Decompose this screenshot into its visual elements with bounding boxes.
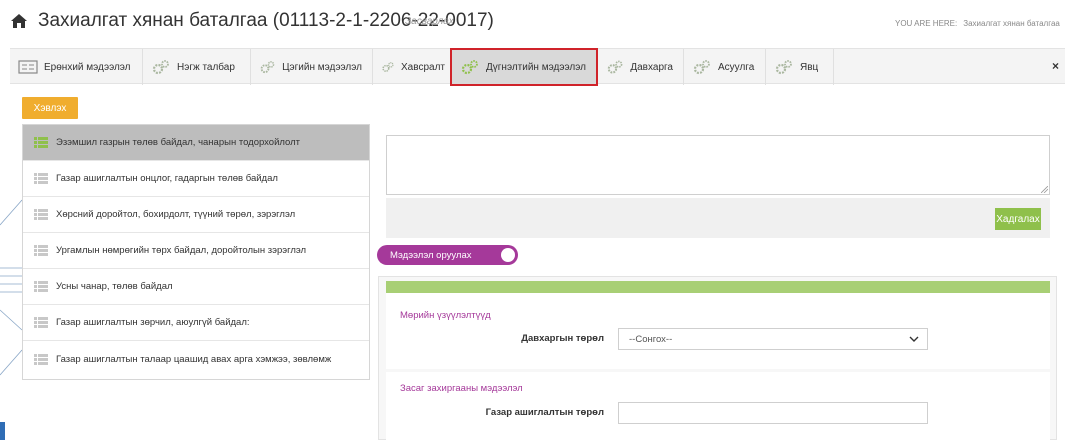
list-item[interactable]: Усны чанар, төлөв байдал [23,269,369,305]
tab-attachments[interactable]: Хавсралт [373,49,456,85]
gears-icon [775,60,792,75]
list-item[interactable]: Газар ашиглалтын онцлог, гадаргын төлөв … [23,161,369,197]
list-item[interactable]: Газар ашиглалтын зөрчил, аюулгүй байдал: [23,305,369,341]
tab-bar: Ерөнхий мэдээлэл Нэгж талбар Цэгийн мэдэ… [10,48,1065,86]
tab-label: Давхарга [630,61,673,73]
list-icon [34,281,48,292]
layer-type-label: Давхаргын төрөл [521,333,604,344]
tab-label: Нэгж талбар [177,61,235,73]
tab-conclusion-info[interactable]: Дүгнэлтийн мэдээлэл [450,48,598,86]
tab-label: Ерөнхий мэдээлэл [44,61,131,73]
toggle-label: Мэдээлэл оруулах [390,249,472,261]
list-icon [34,245,48,256]
gears-icon [152,60,169,75]
gears-icon [607,60,623,74]
list-item[interactable]: Газар ашиглалтын талаар цаашид авах арга… [23,341,369,377]
list-item[interactable]: Хөрсний доройтол, бохирдолт, түүний төрө… [23,197,369,233]
list-icon [34,209,48,220]
select-value: --Сонгох-- [629,333,673,345]
gears-icon [693,60,710,75]
conclusion-textarea[interactable] [386,135,1050,195]
page: Захиалгат хянан баталгаа (01113-2-1-2206… [0,0,1067,440]
save-button[interactable]: Хадгалах [995,208,1041,230]
close-icon[interactable]: × [1052,59,1059,73]
resize-grip-icon[interactable] [1041,186,1048,193]
tab-label: Асуулга [718,61,755,73]
list-icon [34,353,48,365]
page-header: Захиалгат хянан баталгаа (01113-2-1-2206… [0,0,1067,44]
list-item-label: Газар ашиглалтын талаар цаашид авах арга… [56,353,332,365]
list-item-label: Хөрсний доройтол, бохирдолт, түүний төрө… [56,209,296,220]
section-title-row-indicators: Мөрийн үзүүлэлтүүд [400,310,491,321]
tab-label: Хавсралт [401,61,445,73]
list-item-label: Газар ашиглалтын зөрчил, аюулгүй байдал: [56,317,250,328]
enter-info-toggle[interactable]: Мэдээлэл оруулах [377,245,518,265]
list-item-label: Эзэмшил газрын төлөв байдал, чанарын тод… [56,137,301,148]
list-icon [34,137,48,148]
info-panel-header [386,281,1050,293]
breadcrumb-current[interactable]: Захиалгат хянан баталгаа [963,19,1060,28]
list-item-label: Газар ашиглалтын онцлог, гадаргын төлөв … [56,173,278,184]
tab-land-parcel[interactable]: Нэгж талбар [143,49,251,85]
land-use-type-input[interactable] [618,402,928,424]
save-strip: Хадгалах [386,198,1050,238]
gears-icon [461,60,478,75]
toggle-knob [501,248,515,262]
gears-icon [382,62,394,72]
breadcrumb: YOU ARE HERE: Захиалгат хянан баталгаа [895,19,1067,28]
conclusion-sections-list: Эзэмшил газрын төлөв байдал, чанарын тод… [22,124,370,380]
layer-type-select[interactable]: --Сонгох-- [618,328,928,350]
tab-query[interactable]: Асуулга [684,49,766,85]
list-item[interactable]: Эзэмшил газрын төлөв байдал, чанарын тод… [23,125,369,161]
list-icon [34,173,48,184]
print-button[interactable]: Хэвлэх [22,97,78,119]
chevron-down-icon [909,336,919,342]
tab-label: Дүгнэлтийн мэдээлэл [486,61,586,73]
list-icon [34,317,48,328]
home-icon[interactable] [10,13,28,29]
tab-point-info[interactable]: Цэгийн мэдээлэл [251,49,373,85]
tab-label: Цэгийн мэдээлэл [282,61,362,73]
list-item-label: Усны чанар, төлөв байдал [56,281,173,292]
tab-general-info[interactable]: Ерөнхий мэдээлэл [10,49,143,85]
list-item[interactable]: Ургамлын нөмрөгийн төрх байдал, доройтол… [23,233,369,269]
list-item-label: Ургамлын нөмрөгийн төрх байдал, доройтол… [56,245,307,256]
land-use-type-label: Газар ашиглалтын төрөл [485,407,604,418]
breadcrumb-label: YOU ARE HERE: [895,19,958,28]
tab-label: Явц [800,61,819,73]
tab-progress[interactable]: Явц [766,49,834,85]
section-title-admin-info: Засаг захиргааны мэдээлэл [400,383,523,394]
tab-layer[interactable]: Давхарга [598,49,684,85]
page-subtitle: Засварлах [405,16,454,27]
form-icon [18,60,38,74]
gears-icon [260,61,275,74]
edge-decoration [0,199,22,440]
